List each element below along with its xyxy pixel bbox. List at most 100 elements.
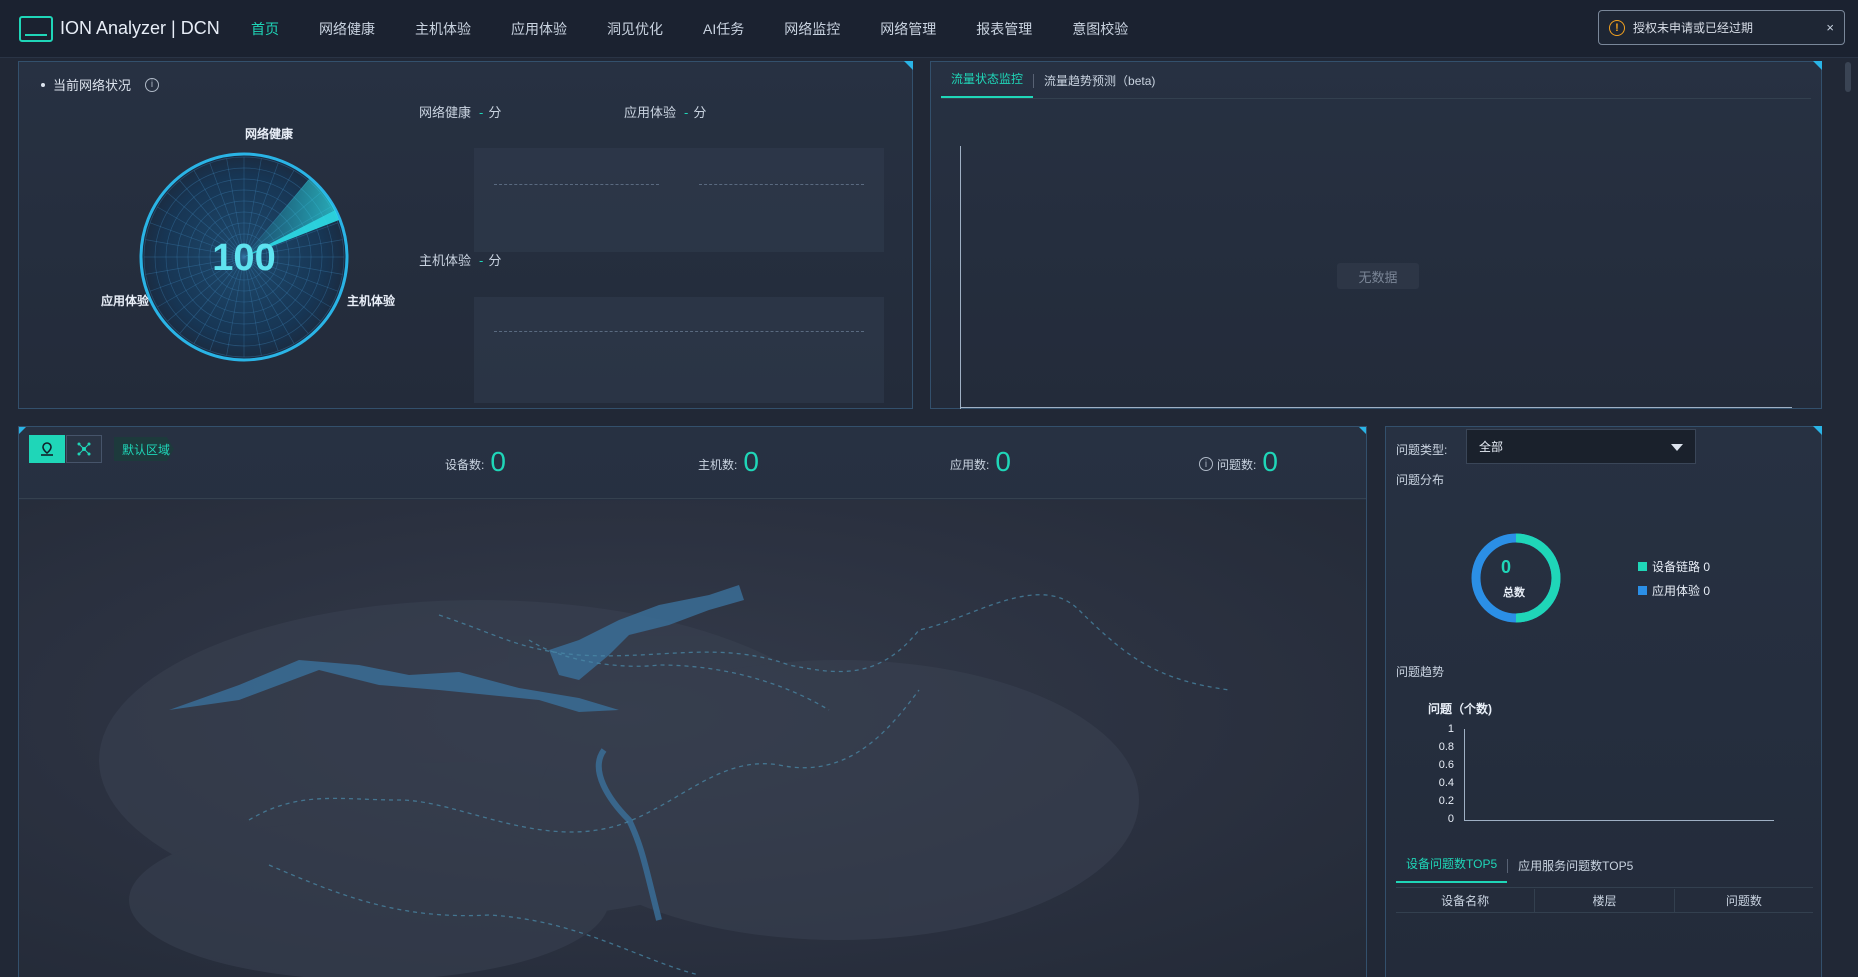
legend-device-link: 设备链路 0 <box>1638 558 1710 575</box>
info-icon[interactable]: i <box>145 77 160 92</box>
stat-hosts: 主机数: 0 <box>698 447 759 477</box>
radar-label-host-experience: 主机体验 <box>347 294 396 308</box>
distribution-title: 问题分布 <box>1396 473 1445 487</box>
legend-app-experience: 应用体验 0 <box>1638 582 1710 599</box>
metric-app-experience-unit: 分 <box>693 105 707 120</box>
topology-icon <box>77 442 91 456</box>
close-icon[interactable]: × <box>1826 20 1834 35</box>
tab-app-service-issues-top5[interactable]: 应用服务问题数TOP5 <box>1508 857 1643 883</box>
issue-type-label: 问题类型: <box>1396 443 1448 457</box>
app-logo-icon <box>19 16 53 42</box>
no-data-placeholder: 无数据 <box>1337 263 1419 289</box>
chevron-down-icon <box>1671 444 1683 451</box>
panel-title: 当前网络状况 i <box>41 75 160 94</box>
panel-corner-decoration <box>1813 61 1822 70</box>
metric-host-experience-line <box>494 331 864 332</box>
metric-host-experience: 主机体验 - 分 <box>419 250 501 269</box>
stat-issues: i 问题数: 0 <box>1199 447 1278 477</box>
traffic-tabs: 流量状态监控 流量趋势预测（beta) <box>941 62 1165 98</box>
nav-item-insight-optimization[interactable]: 洞见优化 <box>587 19 683 39</box>
trend-y-axis <box>1464 729 1465 820</box>
tab-device-issues-top5[interactable]: 设备问题数TOP5 <box>1396 855 1508 883</box>
metric-host-experience-unit: 分 <box>488 253 502 268</box>
metric-host-experience-label: 主机体验 <box>419 253 472 268</box>
metric-chart-area-top <box>474 148 884 252</box>
license-alert-text: 授权未申请或已经过期 <box>1633 21 1754 35</box>
tabs-underline <box>1396 887 1813 888</box>
metric-network-health-line <box>494 184 659 185</box>
radar-score: 100 <box>212 237 275 279</box>
region-breadcrumb[interactable]: 默认区域 <box>114 437 174 461</box>
map-canvas[interactable] <box>19 500 1366 977</box>
stat-hosts-value: 0 <box>743 446 759 477</box>
column-header-floor[interactable]: 楼层 <box>1535 889 1675 912</box>
metric-network-health: 网络健康 - 分 <box>419 102 501 121</box>
stat-devices-value: 0 <box>490 446 506 477</box>
tab-traffic-forecast[interactable]: 流量趋势预测（beta) <box>1034 72 1165 98</box>
metric-host-experience-value: - <box>479 253 484 268</box>
y-tick-label: 0.6 <box>1438 759 1454 771</box>
nav-item-home[interactable]: 首页 <box>231 19 299 39</box>
nav-item-host-experience[interactable]: 主机体验 <box>395 19 491 39</box>
map-panel: 默认区域 设备数: 0 主机数: 0 应用数: 0 i 问题数: 0 <box>18 426 1367 977</box>
column-header-issue-count[interactable]: 问题数 <box>1675 889 1813 912</box>
tab-traffic-status[interactable]: 流量状态监控 <box>941 70 1034 98</box>
network-status-panel: 当前网络状况 i 网络健康 应用体验 主机体验 100 网络健康 - 分 应用体… <box>18 61 913 409</box>
traffic-chart-y-axis <box>960 146 961 409</box>
panel-corner-decoration <box>904 61 913 70</box>
bullet-icon <box>41 82 45 87</box>
metric-app-experience-line <box>699 184 864 185</box>
metric-app-experience-value: - <box>684 105 689 120</box>
health-radar: 100 <box>139 152 349 362</box>
radar-graphic: 100 <box>139 152 349 362</box>
top5-table-header: 设备名称 楼层 问题数 <box>1396 889 1813 913</box>
legend-app-experience-label: 应用体验 0 <box>1652 584 1711 598</box>
issue-total-label: 总数 <box>1503 587 1525 599</box>
map-view-button[interactable] <box>29 435 65 463</box>
radar-label-network-health: 网络健康 <box>244 127 293 141</box>
metric-network-health-unit: 分 <box>488 105 502 120</box>
issue-type-select[interactable]: 全部 <box>1466 429 1696 464</box>
nav-item-network-health[interactable]: 网络健康 <box>299 19 395 39</box>
license-alert: ! 授权未申请或已经过期 × <box>1598 10 1845 45</box>
topology-view-button[interactable] <box>66 435 102 463</box>
trend-x-axis <box>1464 820 1774 821</box>
legend-device-link-label: 设备链路 0 <box>1652 560 1711 574</box>
nav-item-ai-tasks[interactable]: AI任务 <box>683 19 764 39</box>
metric-chart-area-bottom <box>474 297 884 403</box>
nav-item-network-monitor[interactable]: 网络监控 <box>764 19 860 39</box>
issue-total-value: 0 <box>1500 557 1511 577</box>
y-tick-label: 1 <box>1447 723 1454 735</box>
page-scrollbar[interactable] <box>1845 62 1851 92</box>
y-tick-label: 0.8 <box>1438 741 1454 753</box>
map-icon <box>41 442 53 456</box>
metric-app-experience: 应用体验 - 分 <box>624 102 706 121</box>
nav-item-intent-verification[interactable]: 意图校验 <box>1052 19 1148 39</box>
tabs-underline <box>941 98 1811 99</box>
issue-type-value: 全部 <box>1479 440 1504 454</box>
nav-item-report-management[interactable]: 报表管理 <box>956 19 1052 39</box>
main-nav: 首页 网络健康 主机体验 应用体验 洞见优化 AI任务 网络监控 网络管理 报表… <box>231 0 1148 58</box>
info-icon[interactable]: i <box>1199 457 1213 471</box>
warning-icon: ! <box>1609 19 1625 36</box>
nav-item-app-experience[interactable]: 应用体验 <box>491 19 587 39</box>
stat-apps-value: 0 <box>995 446 1011 477</box>
map-toolbar: 默认区域 设备数: 0 主机数: 0 应用数: 0 i 问题数: 0 <box>19 427 1366 499</box>
top-bar: ION Analyzer | DCN 首页 网络健康 主机体验 应用体验 洞见优… <box>0 0 1858 58</box>
legend-swatch <box>1638 562 1647 571</box>
issues-panel: 问题类型: 全部 问题分布 0 总数 设备链路 0 应用体验 0 问题趋势 问题… <box>1385 426 1822 977</box>
metric-app-experience-label: 应用体验 <box>624 105 677 120</box>
stat-apps-label: 应用数: <box>950 458 990 472</box>
y-tick-label: 0 <box>1447 813 1454 825</box>
panel-corner-decoration <box>1813 426 1822 435</box>
stat-apps: 应用数: 0 <box>950 447 1011 477</box>
metric-network-health-value: - <box>479 105 484 120</box>
satellite-map <box>99 585 1230 977</box>
nav-item-network-management[interactable]: 网络管理 <box>860 19 956 39</box>
traffic-panel: 流量状态监控 流量趋势预测（beta) 无数据 <box>930 61 1822 409</box>
stat-issues-value: 0 <box>1262 446 1278 477</box>
trend-title: 问题趋势 <box>1396 665 1445 679</box>
column-header-device-name[interactable]: 设备名称 <box>1396 889 1536 912</box>
stat-issues-label: 问题数: <box>1217 458 1257 472</box>
metric-network-health-label: 网络健康 <box>419 105 472 120</box>
